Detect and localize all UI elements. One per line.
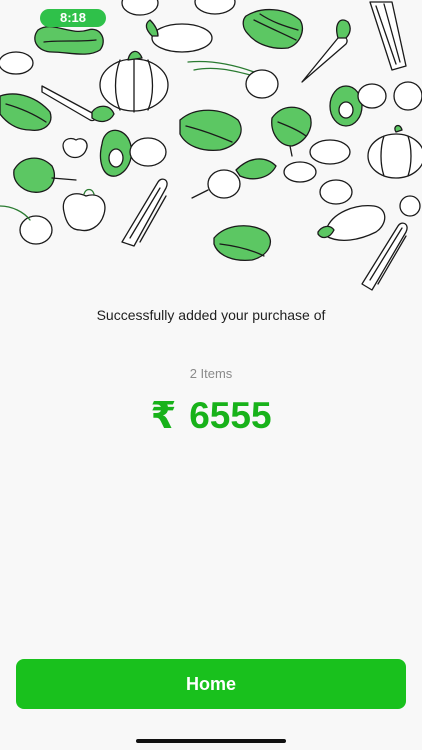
vegetable-illustration: [0, 0, 422, 291]
currency-symbol: ₹: [150, 395, 177, 436]
home-indicator: [136, 739, 286, 743]
purchase-amount: ₹6555: [0, 394, 422, 438]
amount-value: 6555: [189, 395, 272, 436]
success-message: Successfully added your purchase of: [96, 307, 326, 323]
items-count: 2 Items: [189, 366, 233, 381]
home-button[interactable]: Home: [16, 659, 406, 709]
status-time: 8:18: [40, 9, 106, 27]
purchase-confirmation-screen: 8:18 Successfully added your purchase of…: [0, 0, 422, 750]
